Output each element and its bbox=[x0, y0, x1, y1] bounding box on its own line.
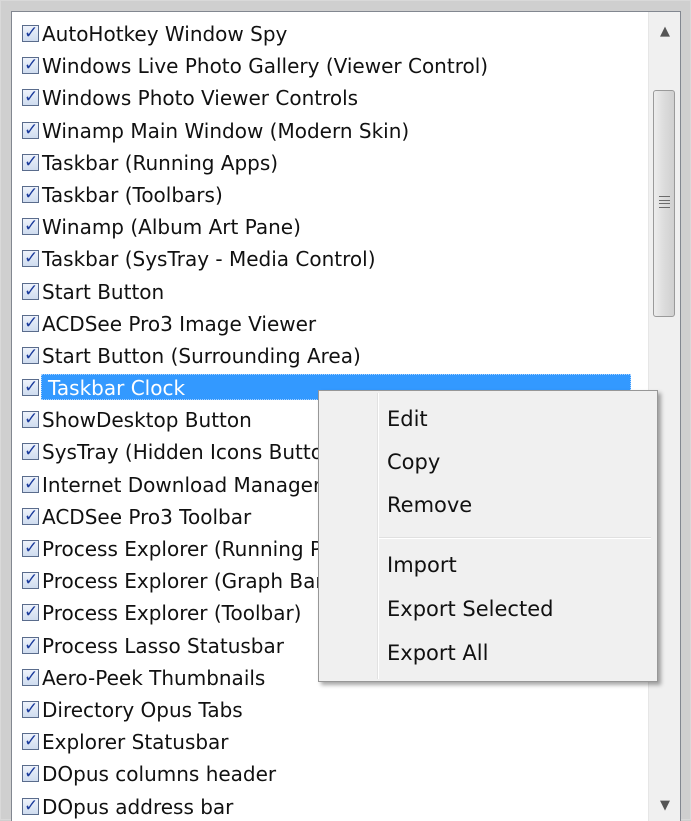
list-item[interactable]: ✓ACDSee Pro3 Image Viewer bbox=[12, 308, 647, 340]
menu-separator bbox=[379, 537, 651, 539]
checkmark-icon: ✓ bbox=[24, 376, 38, 398]
menu-item-copy[interactable]: Copy bbox=[387, 450, 440, 474]
checkbox[interactable]: ✓ bbox=[22, 379, 39, 396]
list-item-label: Aero-Peek Thumbnails bbox=[36, 662, 271, 694]
list-item[interactable]: ✓Taskbar (Toolbars) bbox=[12, 179, 647, 211]
list-item-label: Internet Download Manager bbox=[36, 469, 327, 501]
list-item-label: SysTray (Hidden Icons Butto bbox=[36, 436, 329, 468]
list-item[interactable]: ✓Taskbar (SysTray - Media Control) bbox=[12, 243, 647, 275]
menu-item-edit[interactable]: Edit bbox=[387, 407, 428, 431]
list-item[interactable]: ✓AutoHotkey Window Spy bbox=[12, 18, 647, 50]
list-item[interactable]: ✓Explorer Statusbar bbox=[12, 726, 647, 758]
context-menu: Edit Copy Remove Import Export Selected … bbox=[318, 390, 658, 682]
list-item-label: AutoHotkey Window Spy bbox=[36, 18, 293, 50]
list-item-label: DOpus columns header bbox=[36, 758, 282, 790]
list-item[interactable]: ✓Winamp Main Window (Modern Skin) bbox=[12, 115, 647, 147]
list-item-label: Taskbar (Toolbars) bbox=[36, 179, 229, 211]
list-item[interactable]: ✓Windows Photo Viewer Controls bbox=[12, 82, 647, 114]
grip-icon bbox=[659, 196, 670, 208]
list-item-label: Windows Live Photo Gallery (Viewer Contr… bbox=[36, 50, 494, 82]
list-item-label: Taskbar (SysTray - Media Control) bbox=[36, 243, 382, 275]
scroll-down-icon[interactable]: ▼ bbox=[649, 788, 681, 821]
list-item[interactable]: ✓Directory Opus Tabs bbox=[12, 694, 647, 726]
list-item-label: Start Button bbox=[36, 276, 170, 308]
scroll-thumb[interactable] bbox=[653, 90, 675, 317]
list-item-label: Process Lasso Statusbar bbox=[36, 630, 290, 662]
list-item-label: Explorer Statusbar bbox=[36, 726, 235, 758]
list-item-label: Directory Opus Tabs bbox=[36, 694, 249, 726]
list-item-label: Start Button (Surrounding Area) bbox=[36, 340, 367, 372]
list-item[interactable]: ✓DOpus address bar bbox=[12, 791, 647, 821]
list-item[interactable]: ✓Windows Live Photo Gallery (Viewer Cont… bbox=[12, 50, 647, 82]
list-item[interactable]: ✓Winamp (Album Art Pane) bbox=[12, 211, 647, 243]
list-item-label: Process Explorer (Graph Bar bbox=[36, 565, 330, 597]
list-item[interactable]: ✓Start Button bbox=[12, 276, 647, 308]
list-item[interactable]: ✓Taskbar (Running Apps) bbox=[12, 147, 647, 179]
list-item-label: Process Explorer (Toolbar) bbox=[36, 597, 307, 629]
list-item-label: Taskbar (Running Apps) bbox=[36, 147, 284, 179]
menu-icon-gutter bbox=[377, 393, 379, 679]
menu-item-remove[interactable]: Remove bbox=[387, 493, 472, 517]
scroll-up-icon[interactable]: ▲ bbox=[649, 14, 681, 48]
list-item-label: Winamp (Album Art Pane) bbox=[36, 211, 307, 243]
list-item-label: ACDSee Pro3 Image Viewer bbox=[36, 308, 322, 340]
menu-item-export-selected[interactable]: Export Selected bbox=[387, 597, 553, 621]
list-item[interactable]: ✓DOpus columns header bbox=[12, 758, 647, 790]
list-item[interactable]: ✓Start Button (Surrounding Area) bbox=[12, 340, 647, 372]
list-item-label: Process Explorer (Running P bbox=[36, 533, 328, 565]
menu-item-export-all[interactable]: Export All bbox=[387, 641, 488, 665]
list-item-label: ShowDesktop Button bbox=[36, 404, 258, 436]
list-item-label: Winamp Main Window (Modern Skin) bbox=[36, 115, 415, 147]
list-item-label: Windows Photo Viewer Controls bbox=[36, 82, 364, 114]
menu-item-import[interactable]: Import bbox=[387, 553, 457, 577]
list-item-label: ACDSee Pro3 Toolbar bbox=[36, 501, 257, 533]
list-item-label: DOpus address bar bbox=[36, 791, 239, 821]
